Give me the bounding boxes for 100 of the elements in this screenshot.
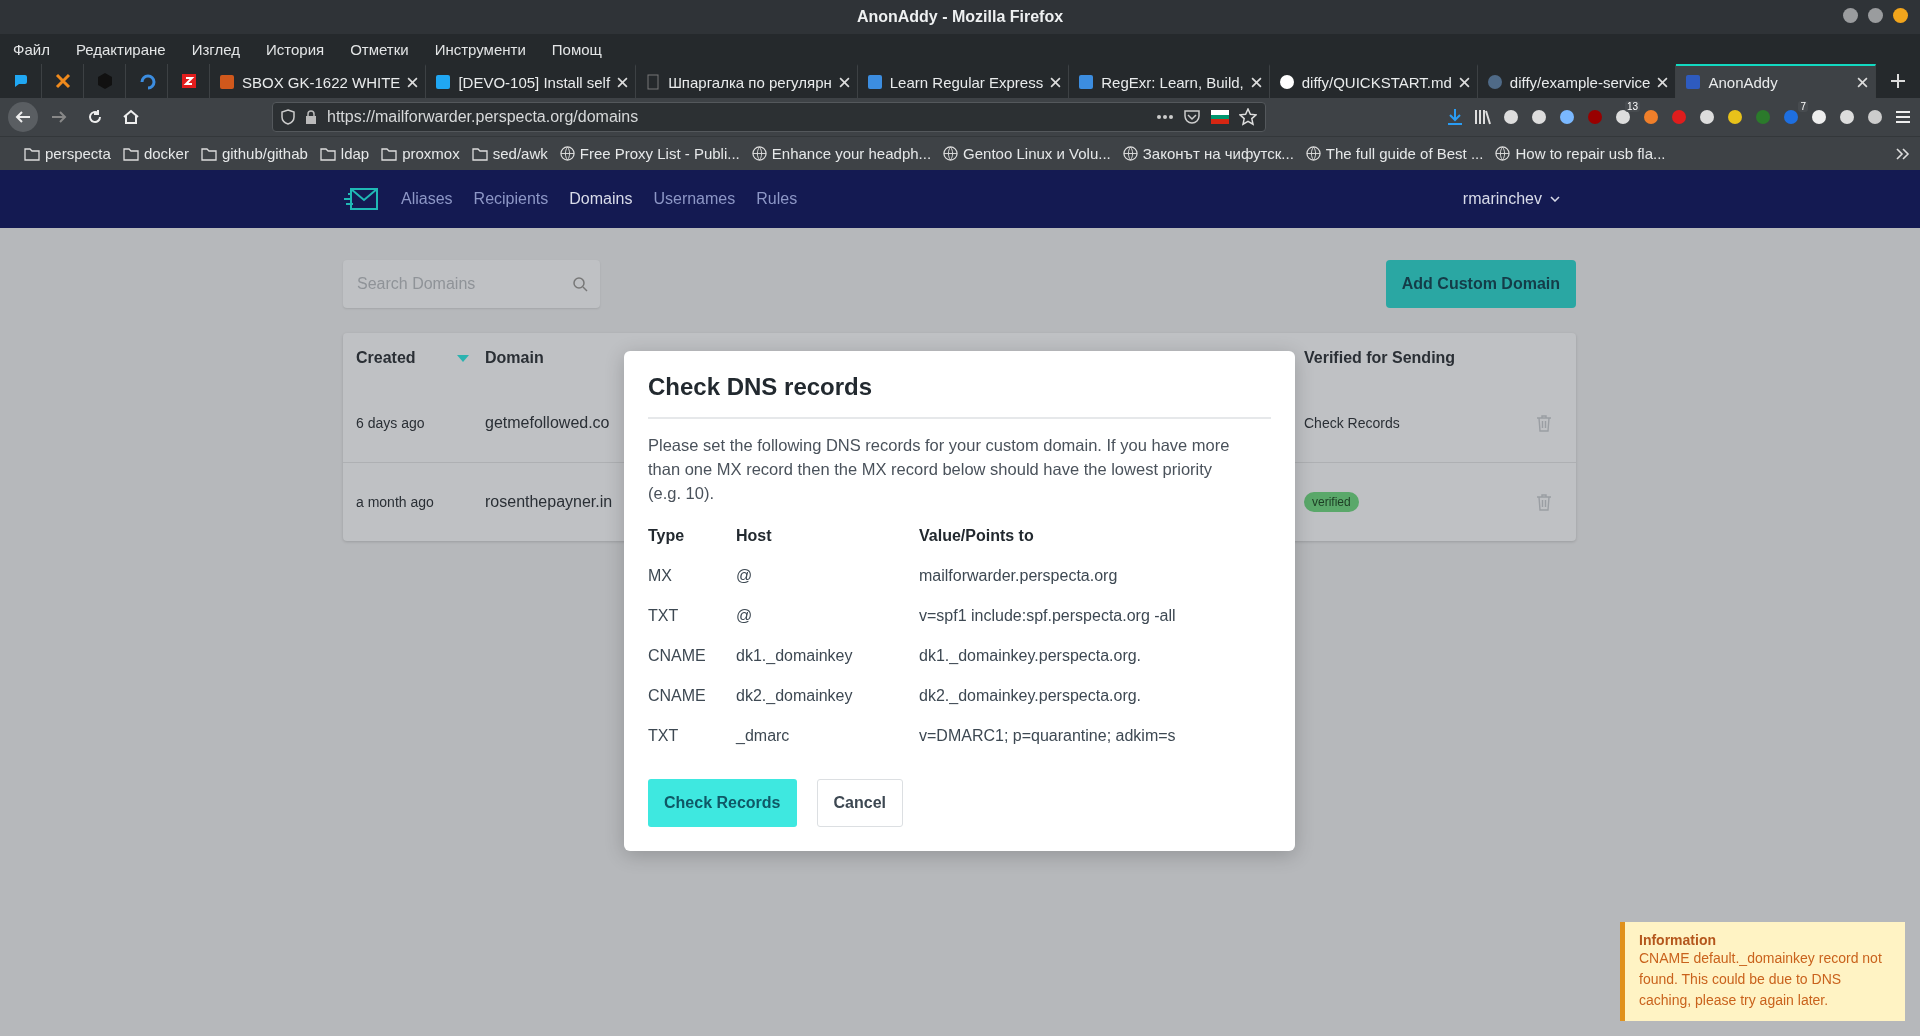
close-icon[interactable] xyxy=(1050,76,1062,88)
cross-icon[interactable] xyxy=(53,72,72,90)
globe-icon xyxy=(943,146,959,161)
caret-icon xyxy=(1550,196,1560,202)
site-icon xyxy=(435,74,452,90)
search-icon xyxy=(572,276,588,292)
bookmark[interactable]: ldap xyxy=(319,145,370,162)
column-header[interactable]: Verified for Sending xyxy=(1304,349,1456,367)
table-cell: 6 days ago xyxy=(356,414,425,431)
nav-link[interactable]: Recipients xyxy=(473,190,549,208)
address-bar[interactable]: https://mailforwarder.perspecta.org/domains xyxy=(272,102,1266,132)
table-cell: getmefollowed.co xyxy=(485,413,610,432)
menu-item[interactable]: История xyxy=(265,40,325,58)
folder-icon xyxy=(471,146,488,161)
record-host: @ xyxy=(736,607,754,626)
user-menu[interactable]: rmarinchev xyxy=(1462,190,1560,208)
bookmark[interactable]: How to repair usb fla... xyxy=(1495,145,1666,162)
record-value: mailforwarder.perspecta.org xyxy=(919,567,1119,586)
menu-icon[interactable] xyxy=(1894,108,1912,126)
chevron-icon[interactable] xyxy=(1896,147,1910,160)
check-records-button[interactable]: Check Records xyxy=(648,779,797,827)
record-host: _dmarc xyxy=(736,727,791,746)
globe-icon xyxy=(1495,146,1511,161)
nav-link[interactable]: Aliases xyxy=(401,190,453,208)
bookmark[interactable]: Enhance your headph... xyxy=(751,145,932,162)
site-icon xyxy=(1078,74,1095,90)
column-header[interactable]: Created xyxy=(356,349,416,367)
record-host: dk2._domainkey xyxy=(736,687,854,706)
site-icon xyxy=(866,74,883,90)
globe-icon xyxy=(559,146,575,161)
new-tab-icon[interactable] xyxy=(1890,73,1907,89)
site-icon xyxy=(1486,74,1503,90)
site-icon xyxy=(1685,74,1702,90)
envelope-logo-icon[interactable] xyxy=(343,187,379,211)
record-value: dk1._domainkey.perspecta.org. xyxy=(919,647,1143,666)
bookmark[interactable]: Gentoo Linux и Volu... xyxy=(943,145,1111,162)
check-records-link[interactable]: Check Records xyxy=(1304,414,1400,431)
menu-item[interactable]: Инструменти xyxy=(434,40,526,58)
menu-item[interactable]: Файл xyxy=(13,40,50,58)
browser-tab[interactable]: AnonAddy xyxy=(1676,64,1877,98)
globe-icon xyxy=(751,146,767,161)
menu-item[interactable]: Отметки xyxy=(350,40,409,58)
close-icon[interactable] xyxy=(1657,76,1669,88)
reload-icon[interactable] xyxy=(86,108,104,126)
star-icon[interactable] xyxy=(1239,108,1257,126)
column-header: Value/Points to xyxy=(919,527,1035,546)
cancel-button[interactable]: Cancel xyxy=(816,779,903,827)
maximize-icon[interactable] xyxy=(1868,8,1883,23)
column-header[interactable]: Domain xyxy=(485,349,544,367)
blank-page-icon xyxy=(645,74,662,90)
close-icon[interactable] xyxy=(1857,76,1869,88)
folder-icon xyxy=(122,146,139,161)
bookmark[interactable]: proxmox xyxy=(381,145,460,162)
table-cell: a month ago xyxy=(356,494,434,510)
minimize-icon[interactable] xyxy=(1843,8,1858,23)
notification-message: CNAME default._domainkey record not found. This could be due to DNS caching, please try again later. xyxy=(1639,949,1883,1010)
record-value: dk2._domainkey.perspecta.org. xyxy=(919,687,1143,706)
bookmark[interactable]: github/githab xyxy=(200,145,308,162)
more-icon[interactable] xyxy=(1157,115,1173,119)
record-value: v=spf1 include:spf.perspecta.org -all xyxy=(919,607,1177,626)
nav-link[interactable]: Domains xyxy=(569,190,633,208)
column-header: Type xyxy=(648,527,686,546)
record-type: TXT xyxy=(648,727,680,746)
menu-item[interactable]: Помощ xyxy=(551,40,602,58)
folder-icon xyxy=(24,146,40,161)
folder-icon xyxy=(200,146,217,161)
record-type: CNAME xyxy=(648,647,707,666)
bookmark[interactable]: Free Proxy List - Publi... xyxy=(559,145,740,162)
close-icon[interactable] xyxy=(407,76,419,88)
close-icon[interactable] xyxy=(1250,76,1262,88)
nav-link[interactable]: Rules xyxy=(756,190,798,208)
close-icon[interactable] xyxy=(838,76,850,88)
bookmark[interactable]: The full guide of Best ... xyxy=(1305,145,1484,162)
home-icon[interactable] xyxy=(122,108,140,126)
globe-icon xyxy=(1122,146,1138,161)
bookmark[interactable]: perspecta xyxy=(24,145,111,162)
close-icon[interactable] xyxy=(617,76,629,88)
download-icon[interactable] xyxy=(1446,108,1464,126)
library-icon[interactable] xyxy=(1474,108,1492,126)
record-value: v=DMARC1; p=quarantine; adkim=s xyxy=(919,727,1177,746)
pocket-icon[interactable] xyxy=(1183,108,1201,126)
close-icon[interactable] xyxy=(1458,76,1470,88)
globe-icon xyxy=(1305,146,1321,161)
nav-link[interactable]: Usernames xyxy=(653,190,736,208)
notification-title: Information xyxy=(1639,932,1717,948)
table-cell: rosenthepayner.in xyxy=(485,493,613,511)
square-icon[interactable] xyxy=(179,72,198,90)
bookmark[interactable]: Законът на чифутск... xyxy=(1122,145,1294,162)
add-domain-button[interactable]: Add Custom Domain xyxy=(1385,260,1576,308)
record-type: CNAME xyxy=(648,687,707,706)
bookmark[interactable]: docker xyxy=(122,145,189,162)
record-type: TXT xyxy=(648,607,680,626)
column-header: Host xyxy=(736,527,773,546)
back-button[interactable] xyxy=(8,102,38,132)
menu-item[interactable]: Редактиране xyxy=(75,40,166,58)
record-host: @ xyxy=(736,567,754,586)
record-type: MX xyxy=(648,567,673,586)
menu-item[interactable]: Изглед xyxy=(191,40,240,58)
bookmark[interactable]: sed/awk xyxy=(471,145,548,162)
close-icon[interactable] xyxy=(1893,8,1908,23)
